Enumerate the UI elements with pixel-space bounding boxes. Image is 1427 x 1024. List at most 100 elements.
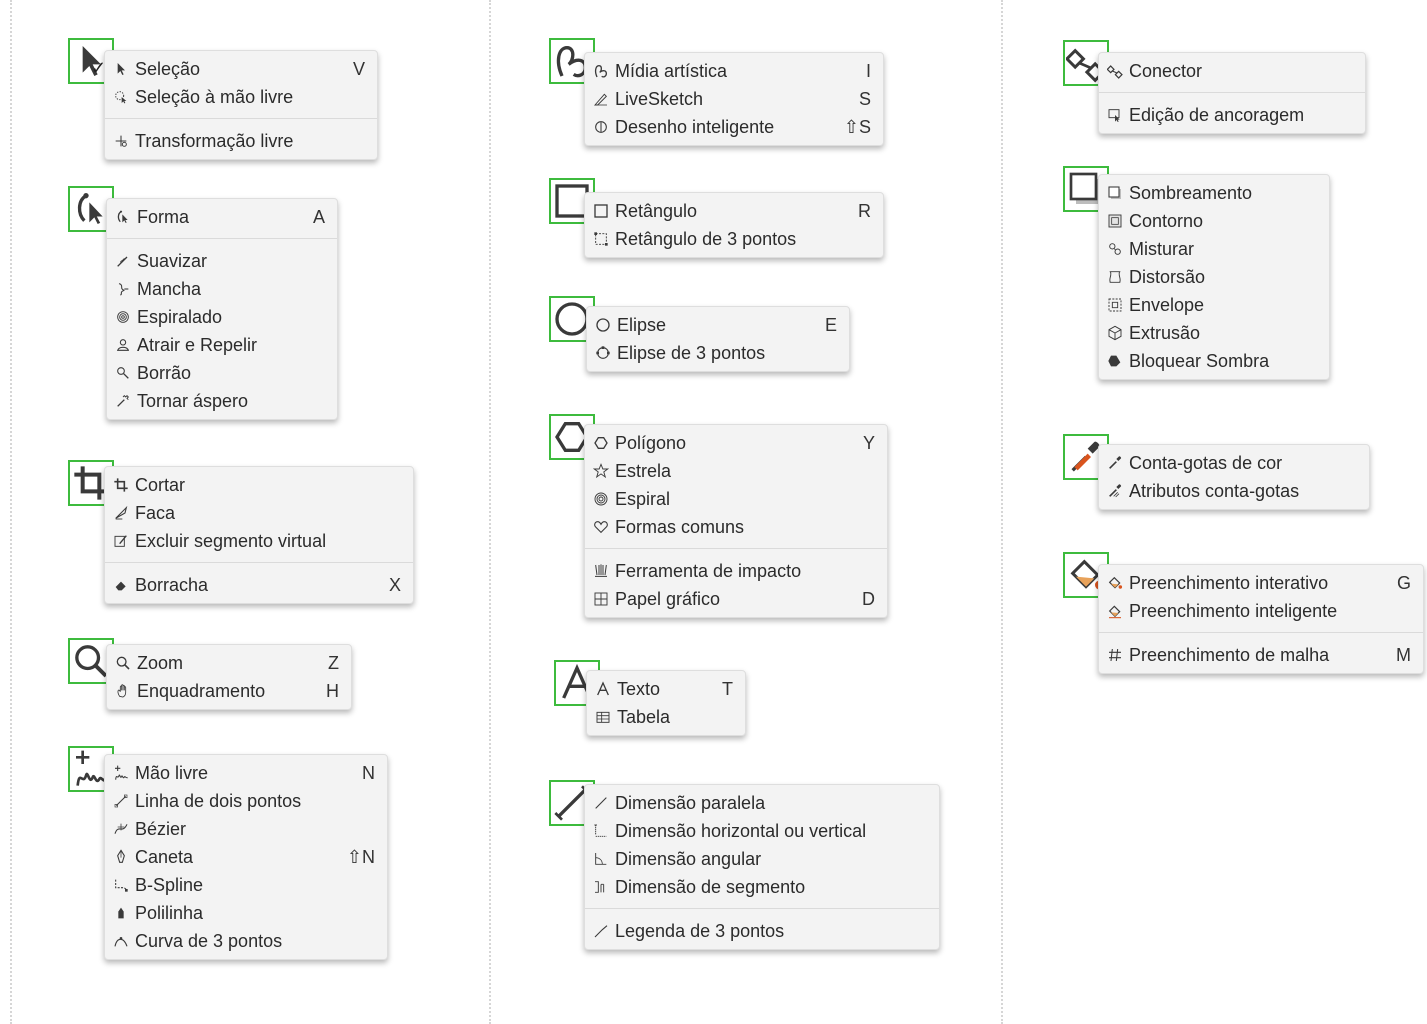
menu-item-shortcut: X xyxy=(388,574,401,595)
menu-item-impact-tool[interactable]: Ferramenta de impacto xyxy=(585,557,887,585)
menu-separator xyxy=(105,118,377,119)
menu-item-bezier[interactable]: Bézier xyxy=(105,815,387,843)
menu-item-envelope[interactable]: Envelope xyxy=(1099,291,1329,319)
menu-item-pen[interactable]: Caneta ⇧N xyxy=(105,843,387,871)
menu-item-two-point-line[interactable]: Linha de dois pontos xyxy=(105,787,387,815)
menu-item-shortcut: H xyxy=(326,680,339,701)
mesh-fill-icon xyxy=(1107,647,1123,663)
menu-item-label: Dimensão de segmento xyxy=(615,876,806,897)
block-shadow-icon xyxy=(1107,353,1123,369)
menu-item-freehand-curve[interactable]: Mão livre N xyxy=(105,759,387,787)
menu-item-smudge[interactable]: Borrão xyxy=(107,359,337,387)
menu-item-segment-dimension[interactable]: Dimensão de segmento xyxy=(585,873,939,901)
menu-item-contour[interactable]: Contorno xyxy=(1099,207,1329,235)
menu-item-graph-paper[interactable]: Papel gráfico D xyxy=(585,585,887,613)
menu-item-extrude[interactable]: Extrusão xyxy=(1099,319,1329,347)
menu-item-artistic-media[interactable]: Mídia artística I xyxy=(585,57,883,85)
menu-item-color-eyedropper[interactable]: Conta-gotas de cor xyxy=(1099,449,1369,477)
menu-item-label: Forma xyxy=(137,206,190,227)
menu-item-angular-dimension[interactable]: Dimensão angular xyxy=(585,845,939,873)
menu-item-label: Texto xyxy=(617,678,661,699)
menu-separator xyxy=(1099,632,1423,633)
flyout-menu-artistic: Mídia artística I LiveSketch S Desenho intel… xyxy=(584,52,884,146)
menu-item-attract-repel[interactable]: Atrair e Repelir xyxy=(107,331,337,359)
menu-item-label: Transformação livre xyxy=(135,130,294,151)
menu-item-label: Elipse xyxy=(617,314,667,335)
menu-item-bspline[interactable]: B-Spline xyxy=(105,871,387,899)
menu-item-drop-shadow[interactable]: Sombreamento xyxy=(1099,179,1329,207)
contour-icon xyxy=(1107,213,1123,229)
menu-item-parallel-dimension[interactable]: Dimensão paralela xyxy=(585,789,939,817)
menu-item-livesketch[interactable]: LiveSketch S xyxy=(585,85,883,113)
smear-icon xyxy=(115,281,131,297)
menu-item-twirl[interactable]: Espiralado xyxy=(107,303,337,331)
menu-item-roughen[interactable]: Tornar áspero xyxy=(107,387,337,415)
menu-item-label: Ferramenta de impacto xyxy=(615,560,802,581)
checkmark-icon: ✓ xyxy=(91,58,107,78)
flyout-menu-fill: Preenchimento interativo G Preenchimento i… xyxy=(1098,564,1424,674)
menu-item-virtual-segment-delete[interactable]: Excluir segmento virtual xyxy=(105,527,413,555)
menu-item-eraser[interactable]: Borracha X xyxy=(105,571,413,599)
menu-item-smart-drawing[interactable]: Desenho inteligente ⇧S xyxy=(585,113,883,141)
menu-item-blend[interactable]: Misturar xyxy=(1099,235,1329,263)
menu-item-shortcut: ⇧N xyxy=(346,846,375,867)
flyout-menu-crop: Cortar Faca Excluir segmento virtual Borrac… xyxy=(104,466,414,604)
menu-item-shape-tool[interactable]: Forma A xyxy=(107,203,337,231)
flyout-menu-polygon: Polígono Y Estrela Espiral Formas comuns Ferr… xyxy=(584,424,888,618)
menu-item-distort[interactable]: Distorsão xyxy=(1099,263,1329,291)
three-point-rectangle-icon xyxy=(593,231,609,247)
menu-item-label: Linha de dois pontos xyxy=(135,790,302,811)
menu-item-rectangle[interactable]: Retângulo R xyxy=(585,197,883,225)
three-point-curve-icon xyxy=(113,933,129,949)
menu-item-shortcut: ⇧S xyxy=(843,116,871,137)
bezier-icon xyxy=(113,821,129,837)
menu-item-label: Mídia artística xyxy=(615,60,728,81)
menu-item-heart[interactable]: Formas comuns xyxy=(585,513,887,541)
menu-item-zoom[interactable]: Zoom Z xyxy=(107,649,351,677)
menu-item-shortcut: G xyxy=(1396,572,1411,593)
menu-item-three-point-curve[interactable]: Curva de 3 pontos xyxy=(105,927,387,955)
menu-item-three-point-callout[interactable]: Legenda de 3 pontos xyxy=(585,917,939,945)
menu-item-label: Dimensão paralela xyxy=(615,792,766,813)
menu-item-polyline[interactable]: Polilinha xyxy=(105,899,387,927)
menu-item-spiral[interactable]: Espiral xyxy=(585,485,887,513)
menu-item-crop[interactable]: Cortar xyxy=(105,471,413,499)
menu-item-horizontal-vertical-dimension[interactable]: Dimensão horizontal ou vertical xyxy=(585,817,939,845)
menu-item-label: Borrão xyxy=(137,362,192,383)
roughen-icon xyxy=(115,393,131,409)
flyout-menu-connector: Conector Edição de ancoragem xyxy=(1098,52,1366,134)
menu-item-shortcut: T xyxy=(722,678,733,699)
menu-item-three-point-rectangle[interactable]: Retângulo de 3 pontos xyxy=(585,225,883,253)
menu-item-connector[interactable]: Conector xyxy=(1099,57,1365,85)
zoom-icon xyxy=(115,655,131,671)
menu-item-attributes-eyedropper[interactable]: Atributos conta-gotas xyxy=(1099,477,1369,505)
menu-item-ellipse[interactable]: Elipse E xyxy=(587,311,849,339)
menu-item-text[interactable]: Texto T xyxy=(587,675,745,703)
menu-separator xyxy=(585,548,887,549)
menu-item-label: Espiralado xyxy=(137,306,223,327)
menu-item-pointer[interactable]: ✓ Seleção V xyxy=(91,55,377,83)
heart-icon xyxy=(593,519,609,535)
menu-item-three-point-ellipse[interactable]: Elipse de 3 pontos xyxy=(587,339,849,367)
flyout-menu-zoom: Zoom Z Enquadramento H xyxy=(106,644,352,710)
menu-item-label: Papel gráfico xyxy=(615,588,721,609)
column-divider-left xyxy=(10,0,12,1024)
menu-item-free-transform[interactable]: Transformação livre xyxy=(105,127,377,155)
menu-item-label: Extrusão xyxy=(1129,322,1201,343)
menu-item-freehand-pick[interactable]: Seleção à mão livre xyxy=(105,83,377,111)
menu-item-interactive-fill[interactable]: Preenchimento interativo G xyxy=(1099,569,1423,597)
menu-item-table[interactable]: Tabela xyxy=(587,703,745,731)
menu-item-knife[interactable]: Faca xyxy=(105,499,413,527)
menu-item-label: Polígono xyxy=(615,432,687,453)
menu-item-anchor-edit[interactable]: Edição de ancoragem xyxy=(1099,101,1365,129)
menu-separator xyxy=(585,908,939,909)
menu-item-mesh-fill[interactable]: Preenchimento de malha M xyxy=(1099,641,1423,669)
menu-item-smart-fill[interactable]: Preenchimento inteligente xyxy=(1099,597,1423,625)
polygon-icon xyxy=(593,435,609,451)
menu-item-pan-hand[interactable]: Enquadramento H xyxy=(107,677,351,705)
menu-item-smooth[interactable]: Suavizar xyxy=(107,247,337,275)
menu-item-block-shadow[interactable]: Bloquear Sombra xyxy=(1099,347,1329,375)
menu-item-polygon[interactable]: Polígono Y xyxy=(585,429,887,457)
menu-item-smear[interactable]: Mancha xyxy=(107,275,337,303)
menu-item-star[interactable]: Estrela xyxy=(585,457,887,485)
